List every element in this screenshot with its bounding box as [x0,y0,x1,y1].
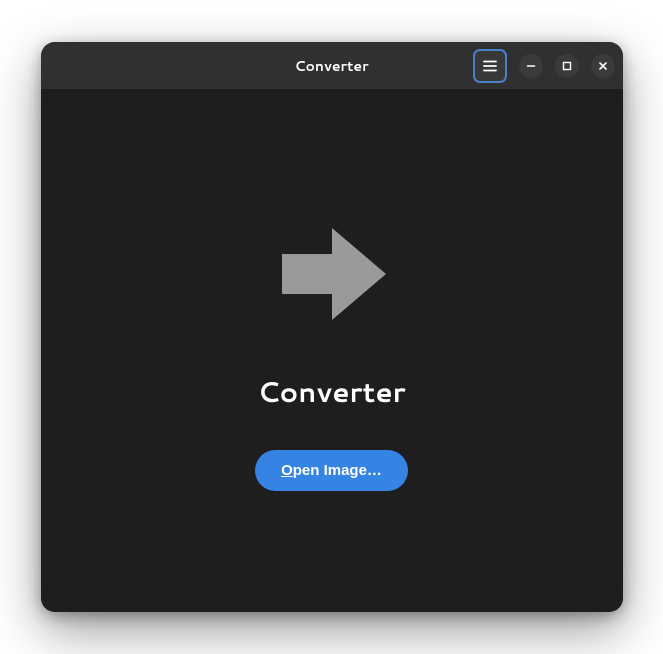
close-icon [598,61,608,71]
open-image-button[interactable]: Open Image… [255,450,408,491]
titlebar-controls [473,49,615,83]
hamburger-icon [482,58,498,74]
close-button[interactable] [591,54,615,78]
arrow-right-icon [268,210,396,344]
main-content: Converter Open Image… [41,89,623,612]
maximize-button[interactable] [555,54,579,78]
open-button-rest: pen Image… [293,462,382,479]
menu-button[interactable] [473,49,507,83]
minimize-icon [526,61,536,71]
app-heading: Converter [257,372,405,412]
app-window: Converter [41,42,623,612]
titlebar: Converter [41,42,623,89]
minimize-button[interactable] [519,54,543,78]
open-button-mnemonic: O [281,462,293,479]
maximize-icon [562,61,572,71]
